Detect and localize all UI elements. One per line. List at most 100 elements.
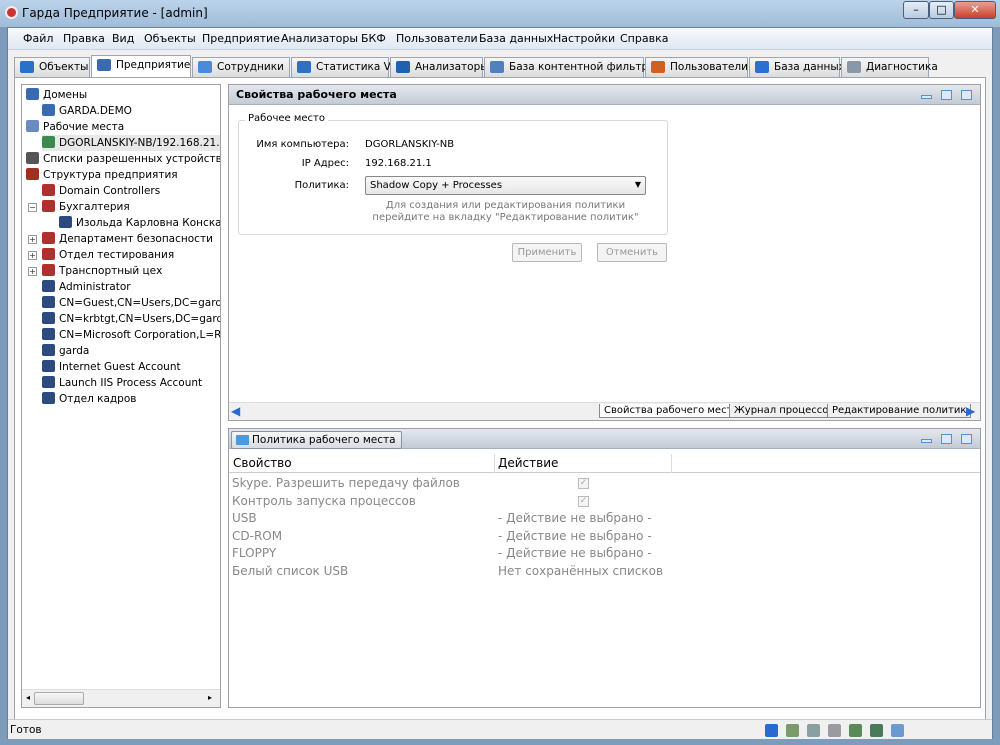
- nav-left-arrow-icon[interactable]: ◀: [231, 404, 240, 418]
- close-button[interactable]: ✕: [954, 1, 996, 19]
- restore-panel-icon[interactable]: [941, 434, 952, 444]
- maximize-button[interactable]: □: [929, 1, 954, 19]
- table-row-property[interactable]: Контроль запуска процессов: [232, 494, 416, 508]
- group-icon: [42, 200, 55, 212]
- policy-panel-tab[interactable]: Политика рабочего места: [231, 431, 402, 449]
- tree-item[interactable]: Отдел тестирования: [42, 247, 174, 263]
- minimize-button[interactable]: –: [903, 1, 929, 19]
- expand-icon[interactable]: +: [28, 267, 37, 276]
- tab-workstation-properties[interactable]: Свойства рабочего места: [599, 404, 744, 418]
- table-row-property[interactable]: Skype. Разрешить передачу файлов: [232, 476, 460, 490]
- tree-item[interactable]: Департамент безопасности: [42, 231, 213, 247]
- collapse-icon[interactable]: −: [28, 203, 37, 212]
- apply-button[interactable]: Применить: [512, 243, 582, 262]
- tree-item[interactable]: Administrator: [42, 279, 131, 295]
- expand-icon[interactable]: +: [28, 251, 37, 260]
- tree-item[interactable]: Транспортный цех: [42, 263, 162, 279]
- tree-item[interactable]: Рабочие места: [26, 119, 124, 135]
- tree-horizontal-scrollbar[interactable]: ◂ ▸: [22, 689, 220, 707]
- tab-label: Предприятие: [116, 59, 191, 71]
- tab-label: Анализаторы: [415, 61, 489, 73]
- table-row-action[interactable]: Нет сохранённых списков: [498, 564, 663, 578]
- tab-diagnostics[interactable]: Диагностика: [841, 57, 938, 77]
- tab-label: База данных: [774, 61, 845, 73]
- ip-value: 192.168.21.1: [365, 158, 432, 169]
- tree-item[interactable]: CN=Microsoft Corporation,L=Rec: [42, 327, 220, 343]
- database-icon: [755, 61, 769, 73]
- policy-select[interactable]: Shadow Copy + Processes ▼: [365, 176, 646, 195]
- checkbox[interactable]: ✓: [578, 495, 589, 507]
- tab-users[interactable]: Пользователи: [645, 57, 748, 77]
- menu-5[interactable]: Анализаторы: [281, 32, 358, 45]
- nav-right-arrow-icon[interactable]: ▶: [966, 404, 975, 418]
- group-label: Рабочее место: [245, 113, 328, 124]
- table-row-property[interactable]: USB: [232, 511, 257, 525]
- minimize-panel-icon[interactable]: [921, 439, 932, 443]
- restore-panel-icon[interactable]: [941, 90, 952, 100]
- scroll-left-arrow-icon[interactable]: ◂: [26, 693, 30, 702]
- group-icon: [42, 184, 55, 196]
- tree-item[interactable]: Структура предприятия: [26, 167, 178, 183]
- tree-item[interactable]: CN=krbtgt,CN=Users,DC=garda,D: [42, 311, 220, 327]
- maximize-panel-icon[interactable]: [961, 90, 972, 100]
- tab-policy-editing[interactable]: Редактирование политик: [827, 404, 972, 418]
- menu-4[interactable]: Предприятие: [202, 32, 280, 45]
- tab-briefcase[interactable]: Объекты: [14, 57, 90, 77]
- menu-1[interactable]: Правка: [63, 32, 105, 45]
- printer-status-icon: [786, 724, 799, 737]
- scrollbar-thumb[interactable]: [34, 692, 84, 705]
- table-row-property[interactable]: CD-ROM: [232, 529, 282, 543]
- tree-item[interactable]: CN=Guest,CN=Users,DC=garda,D: [42, 295, 220, 311]
- tab-label: Пользователи: [670, 61, 748, 73]
- scroll-right-arrow-icon[interactable]: ▸: [208, 693, 212, 702]
- workstations-icon: [26, 120, 39, 132]
- cancel-button[interactable]: Отменить: [597, 243, 667, 262]
- enterprise-tree[interactable]: Домены GARDA.DEMO Рабочие места DGORLANSKIY…: [21, 84, 221, 708]
- minimize-panel-icon[interactable]: [921, 95, 932, 99]
- content-db-icon: [490, 61, 504, 73]
- policy-select-value: Shadow Copy + Processes: [370, 180, 503, 191]
- tree-item[interactable]: Launch IIS Process Account: [42, 375, 202, 391]
- menu-2[interactable]: Вид: [112, 32, 134, 45]
- group-icon: [42, 232, 55, 244]
- tab-building[interactable]: Предприятие: [91, 55, 191, 78]
- tree-item[interactable]: garda: [42, 343, 89, 359]
- column-action[interactable]: Действие: [498, 456, 558, 470]
- tree-item[interactable]: Домены: [26, 87, 87, 103]
- tab-process-log[interactable]: Журнал процессов: [729, 404, 840, 418]
- menu-10[interactable]: Справка: [620, 32, 668, 45]
- tree-item[interactable]: Изольда Карловна Конская: [59, 215, 220, 231]
- maximize-panel-icon[interactable]: [961, 434, 972, 444]
- menu-8[interactable]: База данных: [479, 32, 553, 45]
- table-row-action[interactable]: - Действие не выбрано -: [498, 511, 652, 525]
- tree-item[interactable]: Бухгалтерия: [42, 199, 130, 215]
- tree-item[interactable]: Списки разрешенных устройств: [26, 151, 220, 167]
- workstation-policy-panel: Политика рабочего места Свойство Действи…: [228, 428, 981, 708]
- menu-9[interactable]: Настройки: [553, 32, 615, 45]
- tree-item[interactable]: Отдел кадров: [42, 391, 136, 407]
- tab-phone[interactable]: Статистика VoIP: [291, 57, 406, 77]
- table-row-action[interactable]: - Действие не выбрано -: [498, 529, 652, 543]
- tab-database[interactable]: База данных: [749, 57, 845, 77]
- tree-item[interactable]: GARDA.DEMO: [42, 103, 132, 119]
- server-status-icon: [870, 724, 883, 737]
- tree-item[interactable]: DGORLANSKIY-NB/192.168.21.1: [42, 135, 220, 151]
- table-row-action[interactable]: - Действие не выбрано -: [498, 546, 652, 560]
- table-header: Свойство Действие: [229, 454, 980, 473]
- menu-0[interactable]: Файл: [23, 32, 53, 45]
- checkbox[interactable]: ✓: [578, 478, 589, 489]
- tree-item[interactable]: Domain Controllers: [42, 183, 160, 199]
- column-property[interactable]: Свойство: [233, 456, 292, 470]
- expand-icon[interactable]: +: [28, 235, 37, 244]
- menu-6[interactable]: БКФ: [361, 32, 386, 45]
- menu-3[interactable]: Объекты: [144, 32, 196, 45]
- tree-item-label: Отдел тестирования: [59, 249, 175, 261]
- tab-label: Сотрудники: [217, 61, 284, 73]
- tab-analyzer[interactable]: Анализаторы: [390, 57, 489, 77]
- table-row-property[interactable]: Белый список USB: [232, 564, 348, 578]
- tab-content-db[interactable]: База контентной фильтрации: [484, 57, 675, 77]
- menu-7[interactable]: Пользователи: [396, 32, 478, 45]
- tree-item[interactable]: Internet Guest Account: [42, 359, 181, 375]
- table-row-property[interactable]: FLOPPY: [232, 546, 276, 560]
- tab-globe[interactable]: Сотрудники: [192, 57, 290, 77]
